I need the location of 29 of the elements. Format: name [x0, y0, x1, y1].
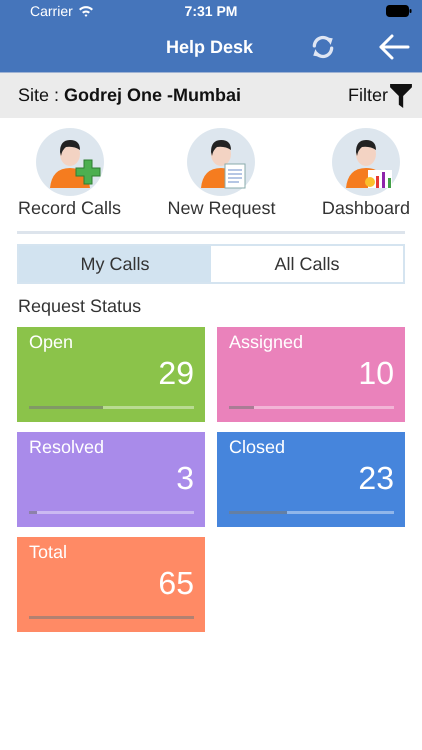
funnel-icon [390, 84, 412, 108]
card-label: Resolved [29, 437, 104, 458]
filter-button[interactable]: Filter [348, 84, 412, 108]
card-count: 29 [158, 355, 194, 392]
action-button[interactable]: Record Calls [18, 128, 122, 219]
battery-icon [386, 5, 412, 17]
back-arrow-icon[interactable] [378, 34, 410, 60]
card-label: Total [29, 542, 68, 563]
agent-add-icon [36, 128, 104, 196]
card-label: Closed [229, 437, 286, 458]
refresh-icon[interactable] [310, 34, 336, 60]
agent-chart-icon [332, 128, 400, 196]
clock-time: 7:31 PM [184, 3, 238, 19]
carrier-label: Carrier [30, 3, 73, 19]
agent-document-icon [187, 128, 256, 196]
header-title: Help Desk [166, 36, 254, 58]
action-button[interactable]: New Request [167, 128, 276, 219]
status-card[interactable]: Closed 23 [217, 432, 405, 527]
section-title: Request Status [18, 296, 142, 317]
card-label: Open [29, 332, 74, 353]
card-count: 23 [358, 460, 394, 497]
site-label: Site : Godrej One -Mumbai [18, 85, 242, 106]
card-count: 3 [176, 460, 194, 497]
wifi-icon [78, 5, 94, 17]
card-count: 65 [158, 565, 194, 602]
card-label: Assigned [229, 332, 304, 353]
card-count: 10 [358, 355, 394, 392]
action-button[interactable]: Dashboard [322, 128, 410, 219]
tab[interactable]: My Calls [19, 246, 211, 282]
